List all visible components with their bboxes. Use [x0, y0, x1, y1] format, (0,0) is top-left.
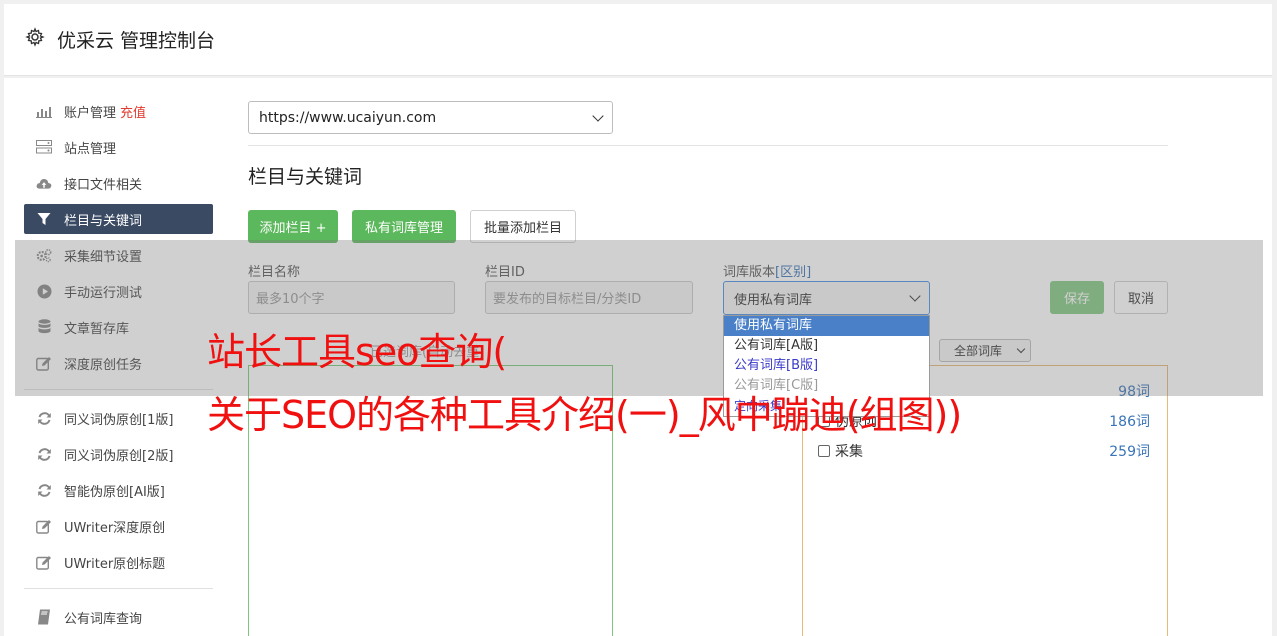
sidebar-item-columns-keywords[interactable]: 栏目与关键词	[24, 204, 213, 234]
sidebar-item-label: 同义词伪原创[2版]	[64, 448, 174, 464]
server-icon	[36, 139, 52, 155]
sidebar-item-account[interactable]: 账户管理 充值	[24, 96, 213, 126]
sidebar-item-synonym-v2[interactable]: 同义词伪原创[2版]	[24, 439, 213, 469]
sidebar-item-label: 智能伪原创[AI版]	[64, 484, 165, 500]
page-title: 栏目与关键词	[248, 166, 363, 188]
filter-icon	[36, 211, 52, 227]
gray-overlay-band	[15, 240, 1263, 396]
edit-icon	[36, 518, 52, 534]
library-name: 采集	[835, 444, 863, 460]
sidebar-item-ai-rewrite[interactable]: 智能伪原创[AI版]	[24, 475, 213, 505]
sidebar-item-sites[interactable]: 站点管理	[24, 132, 213, 162]
add-column-button[interactable]: 添加栏目 +	[248, 210, 338, 243]
chevron-down-icon	[592, 109, 604, 122]
app-title: 优采云 管理控制台	[57, 30, 216, 52]
sidebar-item-interface[interactable]: 接口文件相关	[24, 168, 213, 198]
sidebar-item-uwriter-title[interactable]: UWriter原创标题	[24, 547, 213, 577]
sidebar-item-synonym-v1[interactable]: 同义词伪原创[1版]	[24, 403, 213, 433]
edit-icon	[36, 554, 52, 570]
recharge-link[interactable]: 充值	[120, 102, 146, 121]
library-count: 186词	[1109, 414, 1150, 430]
sidebar-item-uwriter-deep[interactable]: UWriter深度原创	[24, 511, 213, 541]
sidebar-item-label: UWriter原创标题	[64, 556, 166, 572]
private-library-button[interactable]: 私有词库管理	[352, 210, 456, 243]
divider	[248, 145, 1168, 146]
library-row[interactable]: 采集 259词	[818, 441, 1150, 461]
cloud-upload-icon	[36, 175, 52, 191]
top-bar: 优采云 管理控制台	[4, 4, 1272, 76]
gear-icon	[25, 27, 45, 47]
overlay-headline-line2: 关于SEO的各种工具介绍(一)_风中蹦迪(组图))	[207, 393, 962, 437]
sidebar-item-label: 接口文件相关	[64, 177, 143, 193]
overlay-headline-line1: 站长工具seo查询(	[207, 330, 507, 374]
refresh-icon	[36, 446, 52, 462]
sidebar-item-label: 同义词伪原创[1版]	[64, 412, 174, 428]
book-icon	[36, 609, 52, 625]
sidebar-item-label: 账户管理	[64, 105, 117, 121]
dropdown-option[interactable]: 使用私有词库	[724, 316, 929, 336]
sidebar-divider	[24, 588, 213, 589]
sidebar-item-label: 栏目与关键词	[64, 213, 143, 229]
bar-chart-icon	[36, 103, 52, 119]
sidebar-item-label: 公有词库查询	[64, 611, 143, 627]
sidebar-item-public-lib-query[interactable]: 公有词库查询	[24, 602, 213, 632]
dropdown-option[interactable]: 公有词库[B版]	[724, 356, 929, 376]
refresh-icon	[36, 410, 52, 426]
site-select-value: https://www.ucaiyun.com	[259, 109, 437, 126]
refresh-icon	[36, 482, 52, 498]
dropdown-option[interactable]: 公有词库[A版]	[724, 336, 929, 356]
batch-add-column-button[interactable]: 批量添加栏目	[470, 210, 576, 243]
library-checkbox[interactable]	[818, 445, 830, 457]
site-select[interactable]: https://www.ucaiyun.com	[248, 101, 613, 134]
sidebar-item-label: 站点管理	[64, 141, 117, 157]
library-count: 259词	[1109, 444, 1150, 460]
sidebar-item-label: UWriter深度原创	[64, 520, 166, 536]
